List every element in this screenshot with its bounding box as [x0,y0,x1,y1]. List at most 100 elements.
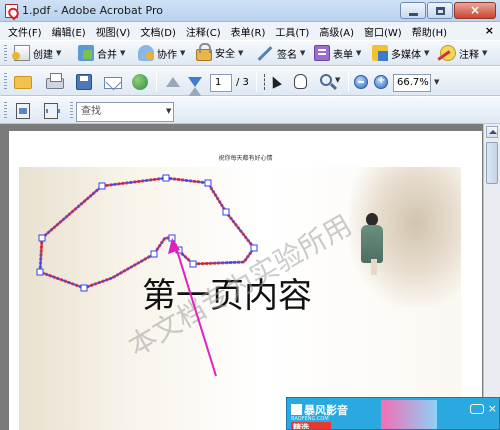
menu-view[interactable]: 视图(V) [96,24,131,39]
combine-icon [78,45,94,61]
title-bar: 1.pdf - Adobe Acrobat Pro × [0,0,500,22]
menu-document[interactable]: 文档(D) [140,24,176,39]
menu-advanced[interactable]: 高级(A) [319,24,354,39]
popup-close-button[interactable]: × [488,402,497,415]
find-input[interactable]: 查找 [76,102,174,122]
multimedia-button[interactable]: 多媒体 ▼ [372,45,429,61]
page-count: / 3 [236,77,249,88]
maximize-button[interactable] [427,2,453,19]
toolbar-separator [348,72,349,92]
email-icon [104,77,122,89]
forms-button[interactable]: 表单 ▼ [314,45,361,61]
page-number-input[interactable]: 1 [210,74,232,92]
menu-help[interactable]: 帮助(H) [412,24,447,39]
toolbar-grip[interactable] [4,73,7,91]
previous-page-button[interactable] [164,74,180,90]
arrow-down-icon [186,74,202,97]
forms-label: 表单 [333,49,353,61]
minimize-button[interactable] [400,2,426,19]
arrow-up-icon [164,74,180,90]
secure-button[interactable]: 安全 ▼ [196,42,243,61]
globe-icon [132,74,148,90]
comment-icon [440,45,456,61]
popup-banner-image [381,400,437,429]
zoom-out-icon [354,75,368,89]
scrollbar-thumb[interactable] [486,142,498,184]
fit-width-button[interactable] [44,103,60,119]
menu-bar: 文件(F) 编辑(E) 视图(V) 文档(D) 注释(C) 表单(R) 工具(T… [0,22,500,40]
menu-edit[interactable]: 编辑(E) [52,24,86,39]
menu-forms[interactable]: 表单(R) [231,24,266,39]
menu-file[interactable]: 文件(F) [8,24,42,39]
toolbar-separator [256,72,257,92]
scroll-up-arrow-icon[interactable] [486,126,498,138]
sign-label: 签名 [277,49,297,61]
chevron-down-icon: ▼ [482,49,488,57]
fit-page-icon [16,103,30,119]
find-toolbar: 查找 ▼ [0,96,500,124]
zoom-tool-button[interactable]: ▼ [320,74,340,86]
zoom-in-button[interactable] [374,75,388,89]
zoom-dropdown-button[interactable]: ▼ [434,78,439,86]
sign-button[interactable]: 签名 ▼ [254,45,305,61]
combine-button[interactable]: 合并 ▼ [78,45,125,61]
menu-comments[interactable]: 注释(C) [186,24,221,39]
document-close-button[interactable]: × [485,24,494,37]
collaborate-button[interactable]: 协作 ▼ [138,45,185,61]
save-button[interactable] [76,74,92,90]
form-icon [314,45,330,61]
upload-button[interactable] [132,74,148,90]
chevron-down-icon: ▼ [356,49,362,57]
close-icon: × [469,3,481,17]
select-tool-button[interactable] [264,74,280,90]
create-button[interactable]: 创建 ▼ [12,45,61,61]
popup-advertisement[interactable]: 暴风影音 BAOFENG.COM 精选 × [286,397,500,430]
toolbar-grip[interactable] [4,45,7,63]
maximize-icon [436,7,445,15]
zoom-level-input[interactable]: 66.7% [393,74,431,92]
lock-icon [196,42,212,61]
printer-icon [46,73,64,89]
figure-body [361,225,383,263]
figure-leg [371,259,377,275]
chevron-down-icon: ▼ [300,49,306,57]
menu-window[interactable]: 窗口(W) [364,24,402,39]
fit-page-button[interactable] [16,103,30,119]
file-navigation-toolbar: 1 / 3 ▼ 66.7% ▼ [0,66,500,97]
secure-label: 安全 [215,49,235,60]
email-button[interactable] [104,74,122,89]
folder-open-icon [14,76,32,89]
create-pdf-icon [12,45,30,61]
toolbar-grip[interactable] [70,102,73,120]
popup-minimize-button[interactable] [469,403,484,414]
find-options-dropdown[interactable]: ▼ [166,107,171,115]
save-icon [76,74,92,90]
next-page-button[interactable] [186,74,202,97]
acrobat-app-icon [5,4,18,18]
zoom-out-button[interactable] [354,75,368,89]
magnifier-icon [320,74,332,86]
close-button[interactable]: × [454,2,496,19]
comment-label: 注释 [459,49,479,61]
combine-label: 合并 [97,49,117,61]
print-button[interactable] [46,73,64,89]
zoom-in-icon [374,75,388,89]
vertical-scrollbar[interactable] [483,124,500,430]
comment-button[interactable]: 注释 ▼ [440,45,487,61]
collaborate-icon [138,45,154,61]
girl-illustration [357,213,387,275]
menu-tools[interactable]: 工具(T) [275,24,309,39]
hand-tool-button[interactable] [294,74,307,89]
brand-logo-icon [291,404,302,415]
pen-icon [254,45,274,61]
window-controls: × [400,2,496,19]
open-button[interactable] [14,74,32,89]
chevron-down-icon: ▼ [424,49,430,57]
chevron-down-icon: ▼ [335,76,341,84]
popup-tag[interactable]: 精选 [291,422,331,429]
create-label: 创建 [33,49,53,61]
toolbar-grip[interactable] [4,102,7,120]
minimize-icon [409,13,418,16]
toolbar-separator [156,72,157,92]
tasks-toolbar: 创建 ▼ 合并 ▼ 协作 ▼ 安全 ▼ 签名 ▼ 表单 ▼ 多媒体 ▼ 注释 ▼ [0,40,500,66]
